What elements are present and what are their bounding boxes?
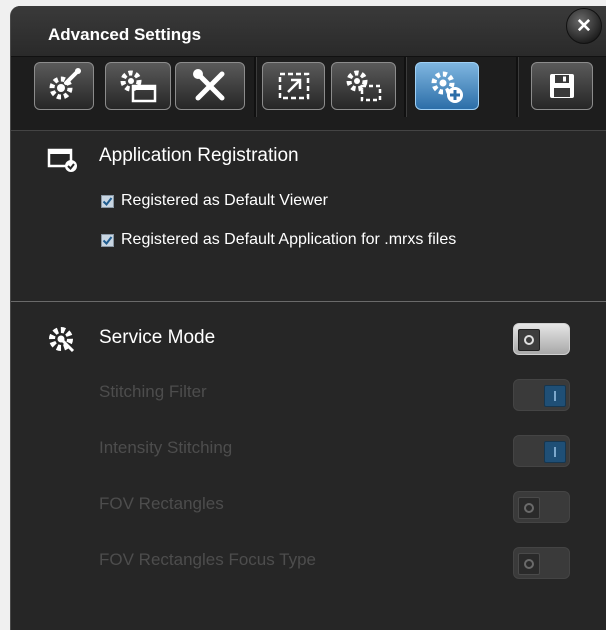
toggle-off-icon: [518, 329, 540, 351]
registration-icon: [47, 148, 77, 172]
toggle-off-icon: [518, 553, 540, 575]
tab-general-settings[interactable]: [34, 62, 94, 110]
toggle-on-icon: [544, 441, 566, 463]
default-viewer-checkbox[interactable]: Registered as Default Viewer: [101, 192, 328, 210]
toggle-on-icon: [544, 385, 566, 407]
checkbox-checked-icon: [101, 233, 114, 247]
fov-rectangles-focus-type-label: FOV Rectangles Focus Type: [99, 550, 317, 569]
fov-rectangles-label: FOV Rectangles: [99, 494, 224, 513]
toolbar-separator: [516, 57, 519, 117]
default-application-checkbox[interactable]: Registered as Default Application for .m…: [101, 231, 456, 249]
tab-frame-settings[interactable]: [262, 62, 325, 110]
save-icon: [550, 74, 574, 98]
tab-tools[interactable]: [175, 62, 245, 110]
intensity-stitching-label: Intensity Stitching: [99, 438, 233, 457]
dialog-title: Advanced Settings: [48, 25, 202, 44]
checkbox-label: Registered as Default Viewer: [121, 192, 328, 209]
gear-window-icon: [120, 70, 157, 103]
tab-advanced-settings[interactable]: [415, 62, 479, 110]
tab-gear-frame-settings[interactable]: [331, 62, 396, 110]
fov-rectangles-focus-type-toggle[interactable]: [513, 547, 570, 579]
gear-pin-icon: [49, 68, 81, 100]
fov-rectangles-toggle[interactable]: [513, 491, 570, 523]
dashed-frame-icon: [278, 72, 309, 100]
toolbar-separator: [404, 57, 407, 117]
close-icon: ✕: [576, 15, 592, 37]
gear-frame-icon: [346, 70, 381, 102]
wrench-screwdriver-icon: [193, 69, 225, 101]
service-mode-title: Service Mode: [99, 327, 216, 348]
save-button[interactable]: [531, 62, 593, 110]
settings-toolbar: [11, 56, 606, 131]
stitching-filter-toggle[interactable]: [513, 379, 570, 411]
intensity-stitching-toggle[interactable]: [513, 435, 570, 467]
gear-plus-icon: [431, 71, 463, 103]
service-mode-toggle[interactable]: [513, 323, 570, 355]
checkbox-checked-icon: [101, 194, 114, 208]
section-divider: [11, 301, 606, 302]
title-bar: Advanced Settings: [11, 6, 606, 56]
stitching-filter-label: Stitching Filter: [99, 382, 207, 401]
checkbox-label: Registered as Default Application for .m…: [121, 231, 457, 248]
toolbar-separator: [254, 57, 257, 117]
toggle-off-icon: [518, 497, 540, 519]
app-registration-title: Application Registration: [99, 145, 299, 166]
service-mode-gear-icon: [49, 327, 75, 353]
advanced-settings-dialog: Advanced Settings Application Registrati…: [10, 6, 606, 630]
tab-window-settings[interactable]: [105, 62, 171, 110]
close-button[interactable]: ✕: [566, 8, 602, 44]
